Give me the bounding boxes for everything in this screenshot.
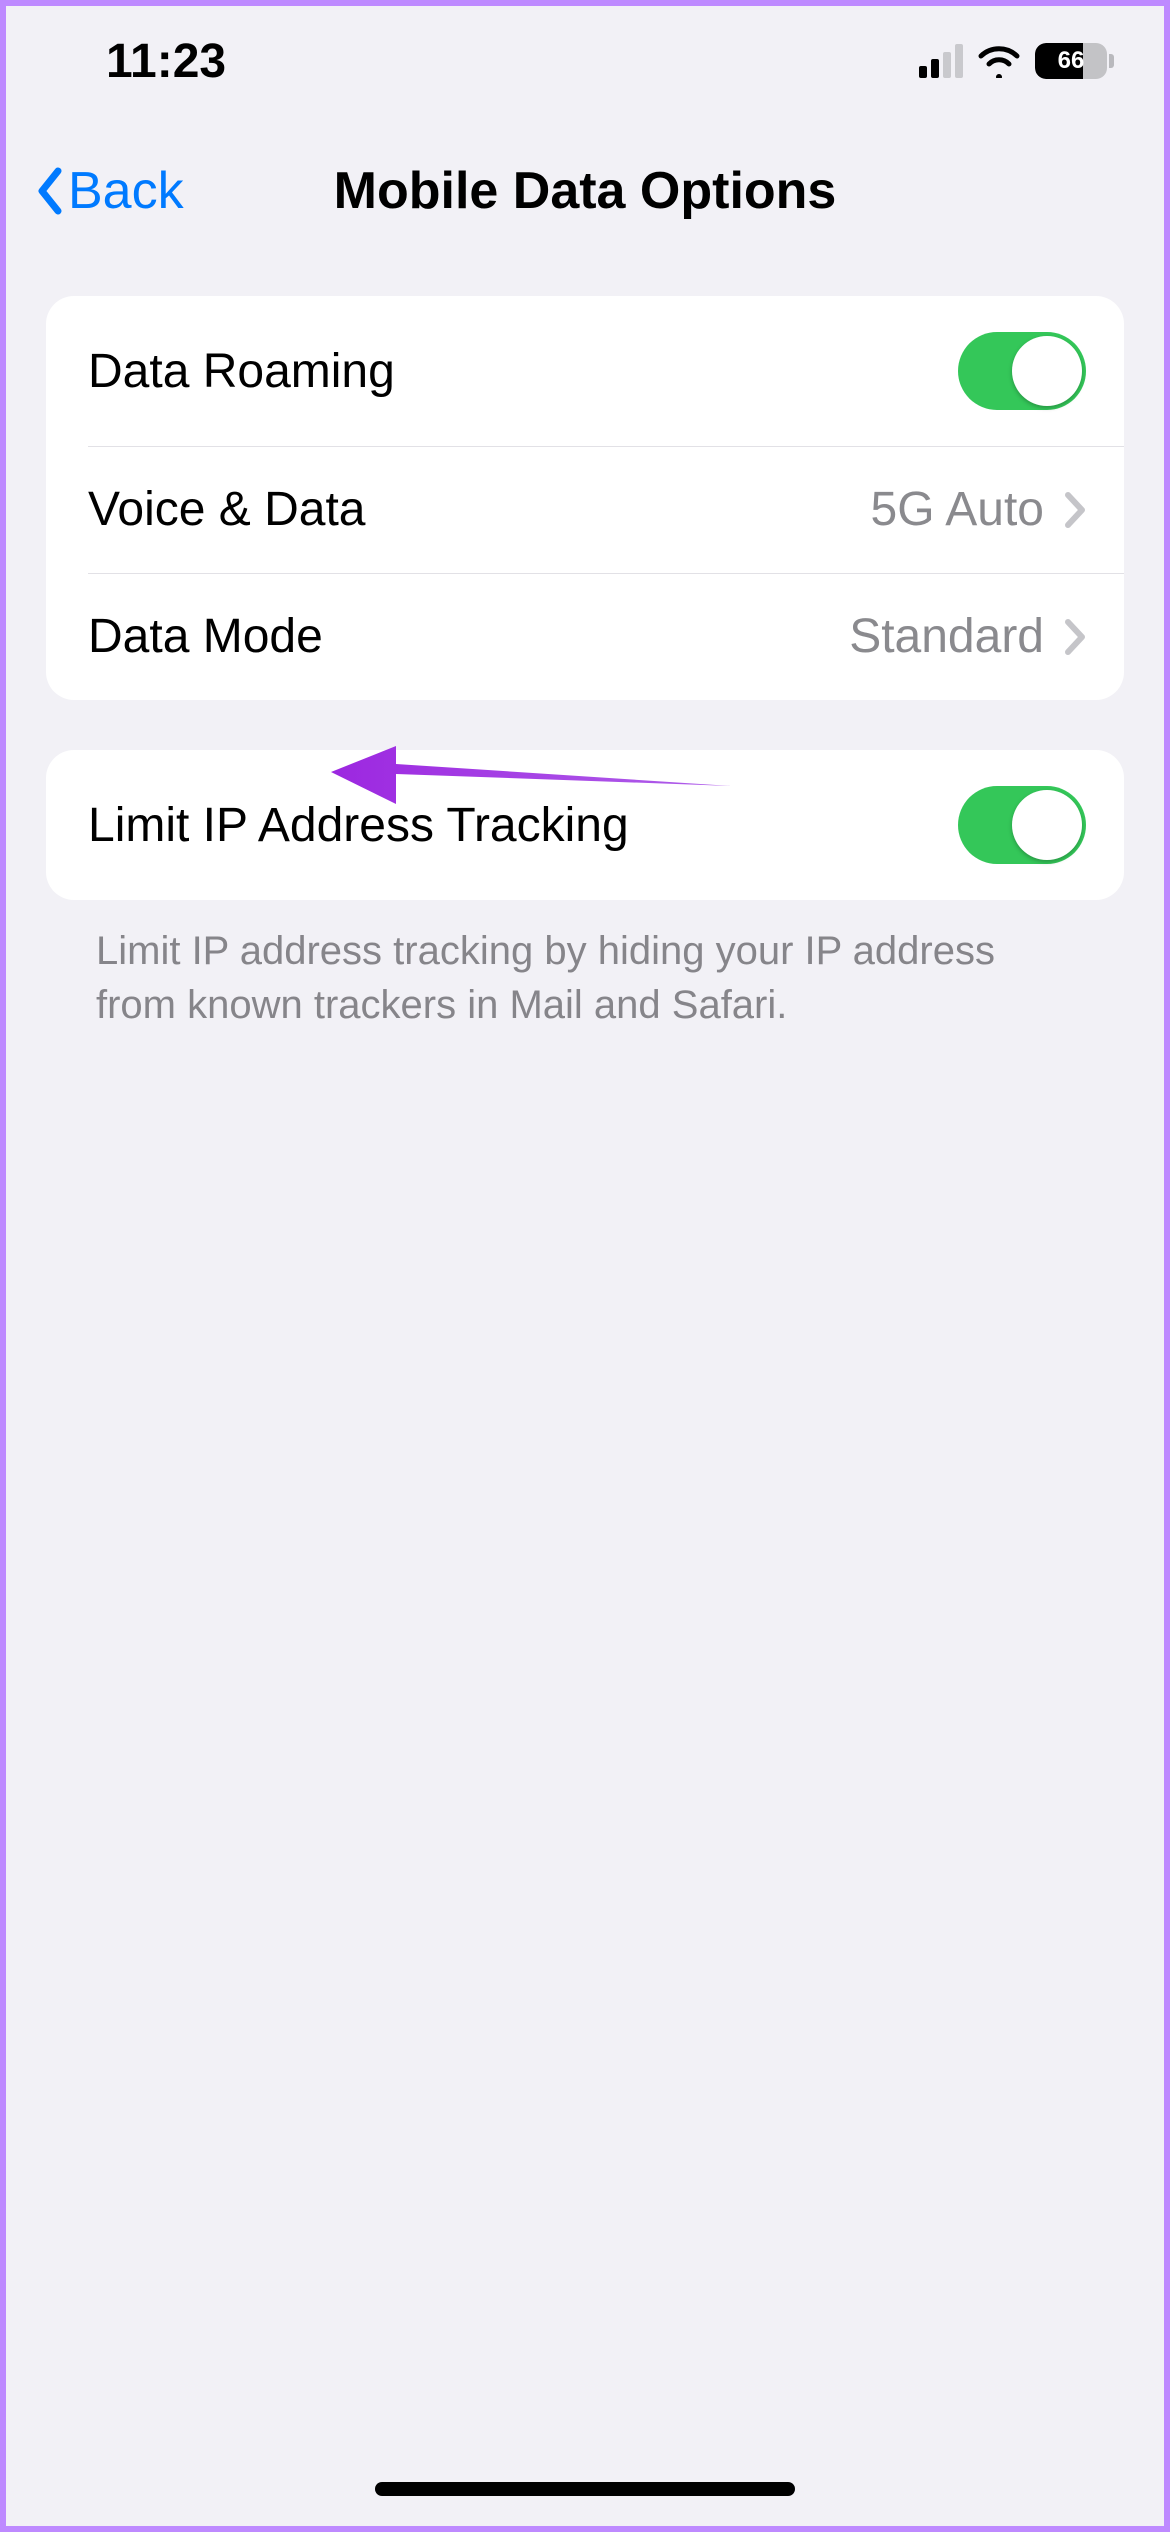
row-value: Standard [849,609,1044,664]
group-footer-text: Limit IP address tracking by hiding your… [46,900,1124,1032]
settings-group-2: Limit IP Address Tracking [46,750,1124,900]
cellular-signal-icon [919,44,963,78]
battery-percent: 66 [1035,43,1107,79]
content: Data Roaming Voice & Data 5G Auto Data M… [6,296,1164,1032]
screen: 11:23 66 Back [0,0,1170,2532]
data-roaming-toggle[interactable] [958,332,1086,410]
row-label: Data Roaming [88,344,395,399]
row-voice-data[interactable]: Voice & Data 5G Auto [46,446,1124,573]
row-value: 5G Auto [871,482,1044,537]
row-data-mode[interactable]: Data Mode Standard [46,573,1124,700]
settings-group-1: Data Roaming Voice & Data 5G Auto Data M… [46,296,1124,700]
back-label: Back [68,161,184,221]
home-indicator[interactable] [375,2482,795,2496]
page-title: Mobile Data Options [334,161,837,221]
row-label: Voice & Data [88,482,366,537]
battery-icon: 66 [1035,43,1114,79]
back-button[interactable]: Back [34,161,184,221]
status-bar: 11:23 66 [6,6,1164,116]
limit-ip-toggle[interactable] [958,786,1086,864]
status-time: 11:23 [106,34,226,89]
row-data-roaming[interactable]: Data Roaming [46,296,1124,446]
row-label: Limit IP Address Tracking [88,798,629,853]
wifi-icon [977,44,1021,78]
chevron-left-icon [34,167,64,215]
navigation-bar: Back Mobile Data Options [6,116,1164,266]
row-limit-ip[interactable]: Limit IP Address Tracking [46,750,1124,900]
chevron-right-icon [1064,618,1086,656]
chevron-right-icon [1064,491,1086,529]
row-label: Data Mode [88,609,323,664]
